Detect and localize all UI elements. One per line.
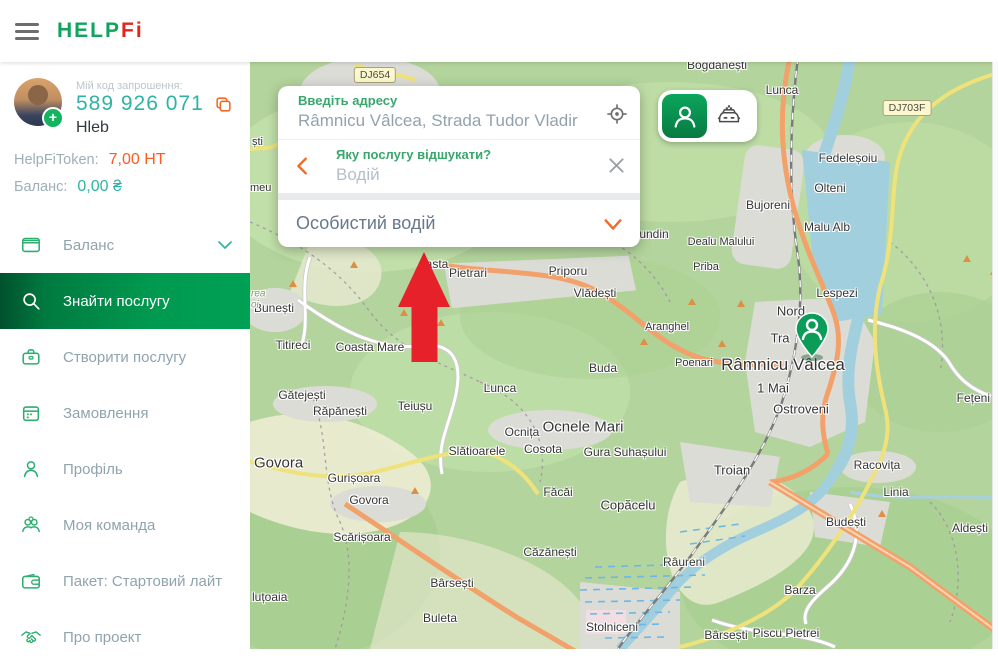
clear-icon[interactable]	[606, 155, 627, 176]
chevron-down-icon[interactable]	[216, 236, 234, 254]
user-icon	[20, 458, 42, 480]
sidebar-item-label: Про проект	[63, 629, 141, 646]
person-icon	[671, 102, 699, 130]
search-panel: Введіть адресу Râmnicu Vâlcea, Strada Tu…	[278, 86, 640, 247]
balance-value: 0,00 ₴	[77, 178, 121, 196]
sidebar-item-label: Пакет: Стартовий лайт	[63, 573, 222, 590]
user-name: Hleb	[76, 119, 233, 137]
address-field-value[interactable]: Râmnicu Vâlcea, Strada Tudor Vladir	[298, 111, 596, 131]
invite-code-value: 589 926 071	[76, 92, 204, 116]
handshake-icon	[20, 626, 42, 648]
sidebar-item-label: Створити послугу	[63, 349, 186, 366]
copy-icon[interactable]	[214, 95, 233, 114]
card-icon	[20, 234, 42, 256]
service-field-label: Яку послугу відшукати?	[336, 147, 596, 162]
scrollbar[interactable]	[992, 62, 998, 649]
sidebar-item-label: Знайти послугу	[63, 293, 170, 310]
calendar-icon	[20, 402, 42, 424]
sidebar-item-label: Баланс	[63, 237, 114, 254]
category-dropdown[interactable]: Особистий водій	[278, 200, 640, 247]
add-status-icon[interactable]: +	[42, 107, 64, 129]
service-field-value[interactable]: Водій	[336, 165, 596, 185]
taxi-icon	[714, 101, 744, 131]
sidebar-item-find-service[interactable]: Знайти послугу	[0, 273, 250, 329]
panel-divider	[278, 193, 640, 200]
person-mode-button[interactable]	[662, 94, 707, 138]
token-label: HelpFiToken:	[14, 152, 99, 168]
red-arrow-annotation	[398, 252, 450, 364]
sidebar-item-orders[interactable]: Замовлення	[0, 385, 250, 441]
sidebar-item-label: Профіль	[63, 461, 123, 478]
sidebar-item-profile[interactable]: Профіль	[0, 441, 250, 497]
locate-me-icon[interactable]	[606, 103, 628, 125]
location-marker-icon[interactable]	[792, 311, 832, 359]
sidebar-item-team[interactable]: Моя команда	[0, 497, 250, 553]
profile-section: + Мій код запрошення: 589 926 071 Hleb	[0, 62, 250, 137]
invite-code-label: Мій код запрошення:	[76, 80, 233, 92]
chevron-down-icon	[602, 213, 624, 235]
briefcase-icon	[20, 346, 42, 368]
sidebar-menu: Баланс Знайти послугу Створити послугу	[0, 217, 250, 665]
sidebar-item-label: Моя команда	[63, 517, 155, 534]
app-logo[interactable]: HELPFi	[57, 19, 144, 43]
map-canvas[interactable]: BogdaneștiLuncaFedeleșoiuOlteniBujoreniM…	[250, 62, 993, 649]
sidebar-item-balance[interactable]: Баланс	[0, 217, 250, 273]
search-icon	[20, 290, 42, 312]
avatar[interactable]: +	[14, 78, 62, 126]
sidebar-item-label: Замовлення	[63, 405, 148, 422]
sidebar-item-package[interactable]: Пакет: Стартовий лайт	[0, 553, 250, 609]
hamburger-menu-icon[interactable]	[15, 23, 39, 40]
team-icon	[20, 514, 42, 536]
sidebar-item-create-service[interactable]: Створити послугу	[0, 329, 250, 385]
service-search-field[interactable]: Яку послугу відшукати? Водій	[278, 140, 640, 193]
address-field[interactable]: Введіть адресу Râmnicu Vâlcea, Strada Tu…	[278, 86, 640, 140]
balance-summary: HelpFiToken: 7,00 НТ Баланс: 0,00 ₴	[0, 137, 250, 211]
mode-toggle	[658, 90, 757, 142]
taxi-mode-button[interactable]	[707, 94, 751, 138]
top-bar: HELPFi	[0, 0, 998, 62]
token-value: 7,00 НТ	[109, 151, 166, 169]
back-chevron-icon[interactable]	[292, 155, 314, 177]
sidebar-item-about[interactable]: Про проект	[0, 609, 250, 665]
address-field-label: Введіть адресу	[298, 93, 596, 108]
sidebar: + Мій код запрошення: 589 926 071 Hleb H…	[0, 62, 250, 649]
balance-label: Баланс:	[14, 179, 67, 195]
wallet-icon	[20, 570, 42, 592]
category-dropdown-value: Особистий водій	[296, 213, 435, 234]
